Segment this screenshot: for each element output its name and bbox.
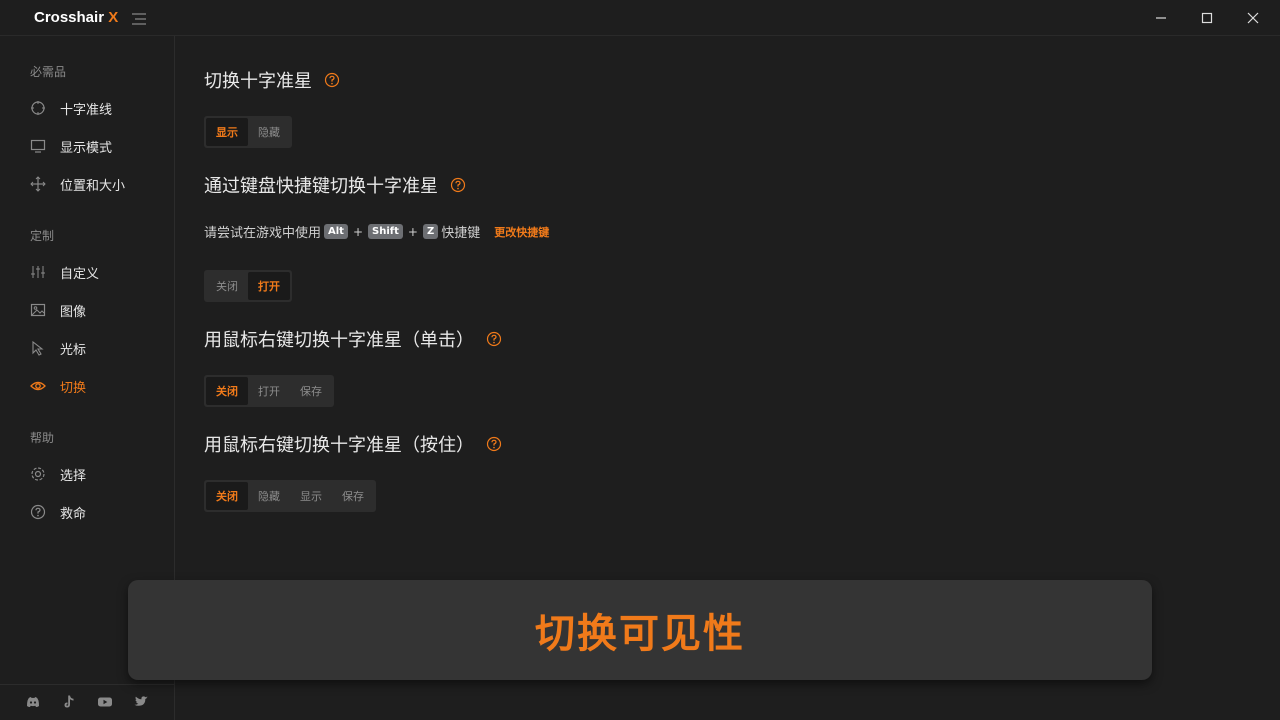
- plus-sign: +: [352, 224, 364, 239]
- right-click-single-segment: 关闭 打开 保存: [204, 375, 334, 407]
- option-on[interactable]: 打开: [248, 377, 290, 405]
- sidebar-item-customize[interactable]: 自定义: [22, 257, 167, 287]
- keyboard-toggle-heading: 通过键盘快捷键切换十字准星: [204, 172, 466, 198]
- plus-sign: +: [407, 224, 418, 239]
- monitor-icon: [30, 138, 46, 154]
- menu-toggle-icon[interactable]: [130, 11, 148, 25]
- shortcut-instruction: 请尝试在游戏中使用 Alt + Shift + Z 快捷键 更改快捷键: [204, 222, 549, 241]
- option-save[interactable]: 保存: [332, 482, 374, 510]
- sidebar-item-settings[interactable]: 选择: [22, 459, 167, 489]
- sidebar-item-label: 位置和大小: [60, 178, 126, 194]
- gear-icon: [30, 466, 46, 482]
- sidebar-item-toggle[interactable]: 切换: [22, 371, 167, 401]
- youtube-icon[interactable]: [96, 693, 114, 711]
- image-icon: [30, 302, 46, 318]
- crosshair-icon: [30, 100, 46, 116]
- instruction-prefix: 请尝试在游戏中使用: [204, 226, 322, 241]
- section-label-essentials: 必需品: [30, 65, 67, 79]
- instruction-suffix: 快捷键: [441, 226, 481, 241]
- right-click-hold-segment: 关闭 隐藏 显示 保存: [204, 480, 376, 512]
- toggle-crosshair-heading: 切换十字准星: [204, 67, 340, 93]
- option-show[interactable]: 显示: [290, 482, 332, 510]
- section-title: 用鼠标右键切换十字准星（单击）: [204, 330, 474, 351]
- section-label-help: 帮助: [30, 431, 55, 445]
- minimize-icon: [1156, 17, 1166, 19]
- right-click-single-heading: 用鼠标右键切换十字准星（单击）: [204, 326, 502, 352]
- sidebar-item-display-mode[interactable]: 显示模式: [22, 131, 167, 161]
- sidebar-item-label: 切换: [60, 380, 87, 396]
- maximize-icon: [1201, 12, 1213, 24]
- question-icon: [30, 504, 46, 520]
- sliders-icon: [30, 264, 46, 280]
- eye-icon: [30, 378, 46, 394]
- key-alt: Alt: [324, 224, 348, 239]
- discord-icon[interactable]: [24, 693, 42, 711]
- cursor-icon: [30, 340, 46, 356]
- social-links: [0, 684, 175, 720]
- option-hide[interactable]: 隐藏: [248, 118, 290, 146]
- sidebar-item-label: 显示模式: [60, 140, 113, 156]
- option-hide[interactable]: 隐藏: [248, 482, 290, 510]
- change-shortcut-link[interactable]: 更改快捷键: [494, 224, 549, 240]
- section-title: 切换十字准星: [204, 71, 312, 92]
- help-icon[interactable]: [324, 72, 340, 88]
- title-bar: Crosshair X: [0, 0, 1280, 36]
- sidebar-item-label: 光标: [60, 342, 87, 358]
- section-title: 用鼠标右键切换十字准星（按住）: [204, 435, 474, 456]
- minimize-button[interactable]: [1138, 0, 1184, 36]
- toggle-crosshair-segment: 显示 隐藏: [204, 116, 292, 148]
- sidebar-item-label: 救命: [60, 506, 87, 522]
- help-icon[interactable]: [486, 436, 502, 452]
- right-click-hold-heading: 用鼠标右键切换十字准星（按住）: [204, 431, 502, 457]
- maximize-button[interactable]: [1184, 0, 1230, 36]
- sidebar-item-position-size[interactable]: 位置和大小: [22, 169, 167, 199]
- sidebar-item-label: 图像: [60, 304, 87, 320]
- app-logo: Crosshair X: [34, 9, 118, 26]
- section-label-custom: 定制: [30, 229, 55, 243]
- option-save[interactable]: 保存: [290, 377, 332, 405]
- sidebar-item-image[interactable]: 图像: [22, 295, 167, 325]
- toggle-visibility-banner: 切换可见性: [128, 580, 1152, 680]
- tiktok-icon[interactable]: [60, 693, 78, 711]
- option-off[interactable]: 关闭: [206, 482, 248, 510]
- twitter-icon[interactable]: [132, 693, 150, 711]
- key-z: Z: [422, 224, 439, 239]
- help-icon[interactable]: [486, 331, 502, 347]
- brand-x: X: [108, 9, 119, 26]
- key-shift: Shift: [368, 224, 403, 239]
- sidebar-item-cursor[interactable]: 光标: [22, 333, 167, 363]
- option-show[interactable]: 显示: [206, 118, 248, 146]
- banner-text: 切换可见性: [535, 611, 745, 657]
- section-title: 通过键盘快捷键切换十字准星: [204, 176, 438, 197]
- close-button[interactable]: [1230, 0, 1276, 36]
- sidebar-item-label: 十字准线: [60, 102, 113, 118]
- keyboard-toggle-segment: 关闭 打开: [204, 270, 292, 302]
- brand-name: Crosshair: [34, 9, 105, 26]
- sidebar-item-label: 自定义: [60, 266, 100, 282]
- sidebar-item-crosshair[interactable]: 十字准线: [22, 93, 167, 123]
- sidebar-item-help[interactable]: 救命: [22, 497, 167, 527]
- option-off[interactable]: 关闭: [206, 377, 248, 405]
- option-on[interactable]: 打开: [248, 272, 290, 300]
- help-icon[interactable]: [450, 177, 466, 193]
- move-icon: [30, 176, 46, 192]
- close-icon: [1247, 12, 1259, 24]
- sidebar-item-label: 选择: [60, 468, 87, 484]
- option-off[interactable]: 关闭: [206, 272, 248, 300]
